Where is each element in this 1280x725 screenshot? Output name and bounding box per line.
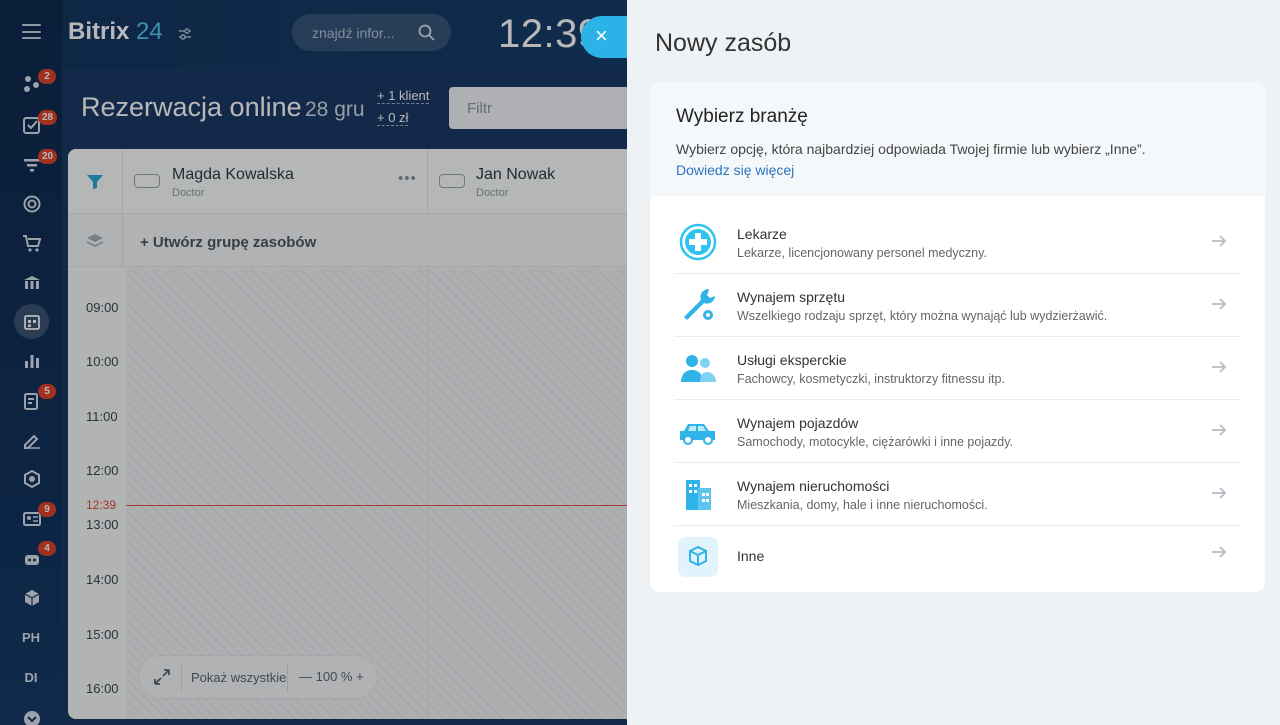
filter-icon[interactable]	[86, 174, 104, 190]
industry-card: Wybierz branżę Wybierz opcję, która najb…	[650, 82, 1265, 592]
target-icon[interactable]	[18, 190, 46, 218]
resource-role: Doctor	[476, 187, 509, 199]
resource-toggle[interactable]	[439, 174, 465, 188]
arrow-right-icon	[1212, 361, 1227, 373]
close-icon: ×	[595, 23, 608, 48]
documents-badge: 5	[38, 384, 56, 399]
time-label: 12:00	[86, 463, 119, 478]
sidebar-item-ph[interactable]: PH	[0, 630, 62, 645]
zoom-controls: Pokaż wszystkie — 100 % +	[138, 655, 378, 699]
arrow-right-icon	[1212, 487, 1227, 499]
tasks-badge: 28	[38, 110, 58, 125]
option-doctors[interactable]: Lekarze Lekarze, licencjonowany personel…	[674, 211, 1240, 274]
card-title: Wybierz branżę	[676, 106, 808, 127]
time-label: 09:00	[86, 300, 119, 315]
cube-icon	[677, 536, 719, 578]
logo[interactable]: Bitrix 24	[68, 18, 163, 46]
stat-clients[interactable]: + 1 klient	[377, 88, 430, 104]
option-title: Inne	[737, 548, 765, 564]
menu-icon[interactable]	[22, 24, 41, 39]
robot-badge: 4	[38, 541, 56, 556]
new-resource-panel: Nowy zasób Wybierz branżę Wybierz opcję,…	[627, 0, 1280, 725]
wrench-icon	[677, 284, 719, 326]
option-equipment-rental[interactable]: Wynajem sprzętu Wszelkiego rodzaju sprzę…	[674, 274, 1240, 337]
building-icon	[677, 473, 719, 515]
learn-more-link[interactable]: Dowiedz się więcej	[676, 162, 794, 178]
option-vehicle-rental[interactable]: Wynajem pojazdów Samochody, motocykle, c…	[674, 400, 1240, 463]
option-title: Lekarze	[737, 226, 787, 242]
resource-role: Doctor	[172, 187, 205, 199]
crm-badge: 20	[38, 149, 58, 164]
card-description: Wybierz opcję, która najbardziej odpowia…	[676, 141, 1146, 157]
time-label: 13:00	[86, 517, 119, 532]
more-icon[interactable]: •••	[398, 170, 417, 187]
arrow-right-icon	[1212, 298, 1227, 310]
search-icon	[418, 24, 435, 41]
chevron-down-icon[interactable]	[18, 705, 46, 725]
card-header: Wybierz branżę Wybierz opcję, która najb…	[650, 82, 1265, 196]
create-group-button[interactable]: + Utwórz grupę zasobów	[140, 234, 316, 251]
stat-revenue[interactable]: + 0 zł	[377, 110, 409, 126]
feed-badge: 2	[38, 69, 56, 84]
option-subtitle: Fachowcy, kosmetyczki, instruktorzy fitn…	[737, 372, 1005, 386]
layers-icon[interactable]	[86, 233, 104, 249]
current-time-label: 12:39	[86, 498, 117, 512]
current-time-line	[126, 505, 648, 506]
calendar-header: Magda Kowalska Doctor ••• Jan Nowak Doct…	[68, 149, 648, 214]
option-subtitle: Wszelkiego rodzaju sprzęt, który można w…	[737, 309, 1108, 323]
filter-input[interactable]: Filtr	[449, 87, 649, 129]
zoom-level[interactable]: — 100 % +	[299, 669, 364, 684]
car-icon	[677, 410, 719, 452]
calendar-grid[interactable]	[126, 268, 648, 719]
time-label: 16:00	[86, 681, 119, 696]
medical-cross-icon	[677, 221, 719, 263]
option-other[interactable]: Inne	[674, 526, 1240, 589]
option-subtitle: Lekarze, licencjonowany personel medyczn…	[737, 246, 987, 260]
expand-icon[interactable]	[153, 668, 171, 686]
booking-icon[interactable]	[14, 304, 49, 339]
arrow-right-icon	[1212, 424, 1227, 436]
box-icon[interactable]	[18, 584, 46, 612]
show-all-button[interactable]: Pokaż wszystkie	[191, 670, 286, 685]
resource-name: Magda Kowalska	[172, 166, 294, 183]
bank-icon[interactable]	[18, 269, 46, 297]
time-label: 14:00	[86, 572, 119, 587]
sign-icon[interactable]	[18, 426, 46, 454]
panel-title: Nowy zasób	[655, 29, 792, 57]
resource-toggle[interactable]	[134, 174, 160, 188]
search-input[interactable]: znajdź infor...	[292, 14, 451, 51]
option-title: Usługi eksperckie	[737, 352, 847, 368]
page-title: Rezerwacja online	[81, 92, 302, 122]
time-label: 10:00	[86, 354, 119, 369]
close-panel-button[interactable]: ×	[581, 16, 633, 58]
settings-sliders-icon[interactable]	[177, 26, 193, 42]
option-title: Wynajem pojazdów	[737, 415, 859, 431]
option-subtitle: Samochody, motocykle, ciężarówki i inne …	[737, 435, 1014, 449]
option-expert-services[interactable]: Usługi eksperckie Fachowcy, kosmetyczki,…	[674, 337, 1240, 400]
time-label: 11:00	[86, 409, 118, 424]
time-label: 15:00	[86, 627, 119, 642]
arrow-right-icon	[1212, 546, 1227, 558]
cart-icon[interactable]	[18, 229, 46, 257]
option-subtitle: Mieszkania, domy, hale i inne nieruchomo…	[737, 498, 988, 512]
booking-calendar: Magda Kowalska Doctor ••• Jan Nowak Doct…	[68, 149, 648, 719]
sidebar-item-di[interactable]: DI	[0, 670, 62, 685]
calendar-toolbar: + Utwórz grupę zasobów	[68, 215, 648, 267]
time-column	[68, 268, 126, 719]
hexagon-icon[interactable]	[18, 465, 46, 493]
people-icon	[677, 347, 719, 389]
left-sidebar: 2 28 20 5 9 4 PH DI	[0, 0, 62, 725]
option-title: Wynajem sprzętu	[737, 289, 846, 305]
contact-badge: 9	[38, 502, 56, 517]
page-date[interactable]: 28 gru	[305, 98, 365, 122]
option-title: Wynajem nieruchomości	[737, 478, 890, 494]
arrow-right-icon	[1212, 235, 1227, 247]
option-real-estate-rental[interactable]: Wynajem nieruchomości Mieszkania, domy, …	[674, 463, 1240, 526]
resource-name: Jan Nowak	[476, 166, 556, 183]
analytics-icon[interactable]	[18, 347, 46, 375]
